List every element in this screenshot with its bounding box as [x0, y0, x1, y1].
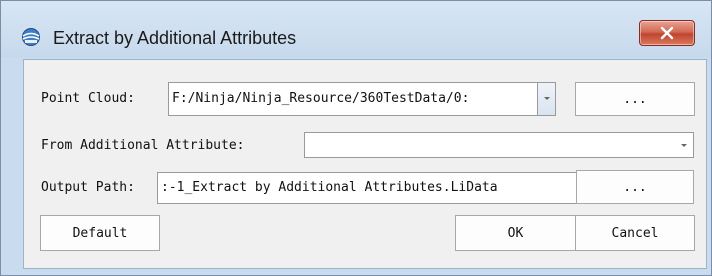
output-path-field[interactable]: :-1_Extract by Additional Attributes.LiD… [157, 172, 579, 204]
point-cloud-label: Point Cloud: [41, 91, 135, 106]
ok-button[interactable]: OK [455, 215, 576, 251]
dialog-window: Extract by Additional Attributes Point C… [0, 0, 712, 276]
title-bar[interactable]: Extract by Additional Attributes [1, 1, 711, 57]
default-button[interactable]: Default [40, 215, 160, 251]
point-cloud-combobox[interactable]: F:/Ninja/Ninja_Resource/360TestData/0: [168, 82, 556, 116]
close-button[interactable] [639, 20, 695, 46]
cancel-button[interactable]: Cancel [575, 215, 695, 251]
point-cloud-value: F:/Ninja/Ninja_Resource/360TestData/0: [172, 91, 470, 106]
output-path-value: :-1_Extract by Additional Attributes.LiD… [161, 180, 498, 195]
point-cloud-dropdown-button[interactable] [537, 83, 555, 115]
dialog-body: Point Cloud: F:/Ninja/Ninja_Resource/360… [23, 59, 707, 269]
output-path-label: Output Path: [41, 180, 135, 195]
additional-attribute-label: From Additional Attribute: [41, 138, 245, 153]
chevron-down-icon [544, 97, 550, 100]
output-path-browse-button[interactable]: ... [576, 170, 694, 204]
chevron-down-icon[interactable] [681, 144, 687, 147]
app-globe-icon [21, 27, 41, 47]
point-cloud-browse-button[interactable]: ... [575, 82, 695, 116]
window-title: Extract by Additional Attributes [53, 28, 297, 48]
close-icon [660, 26, 674, 40]
additional-attribute-combobox[interactable] [304, 132, 694, 158]
